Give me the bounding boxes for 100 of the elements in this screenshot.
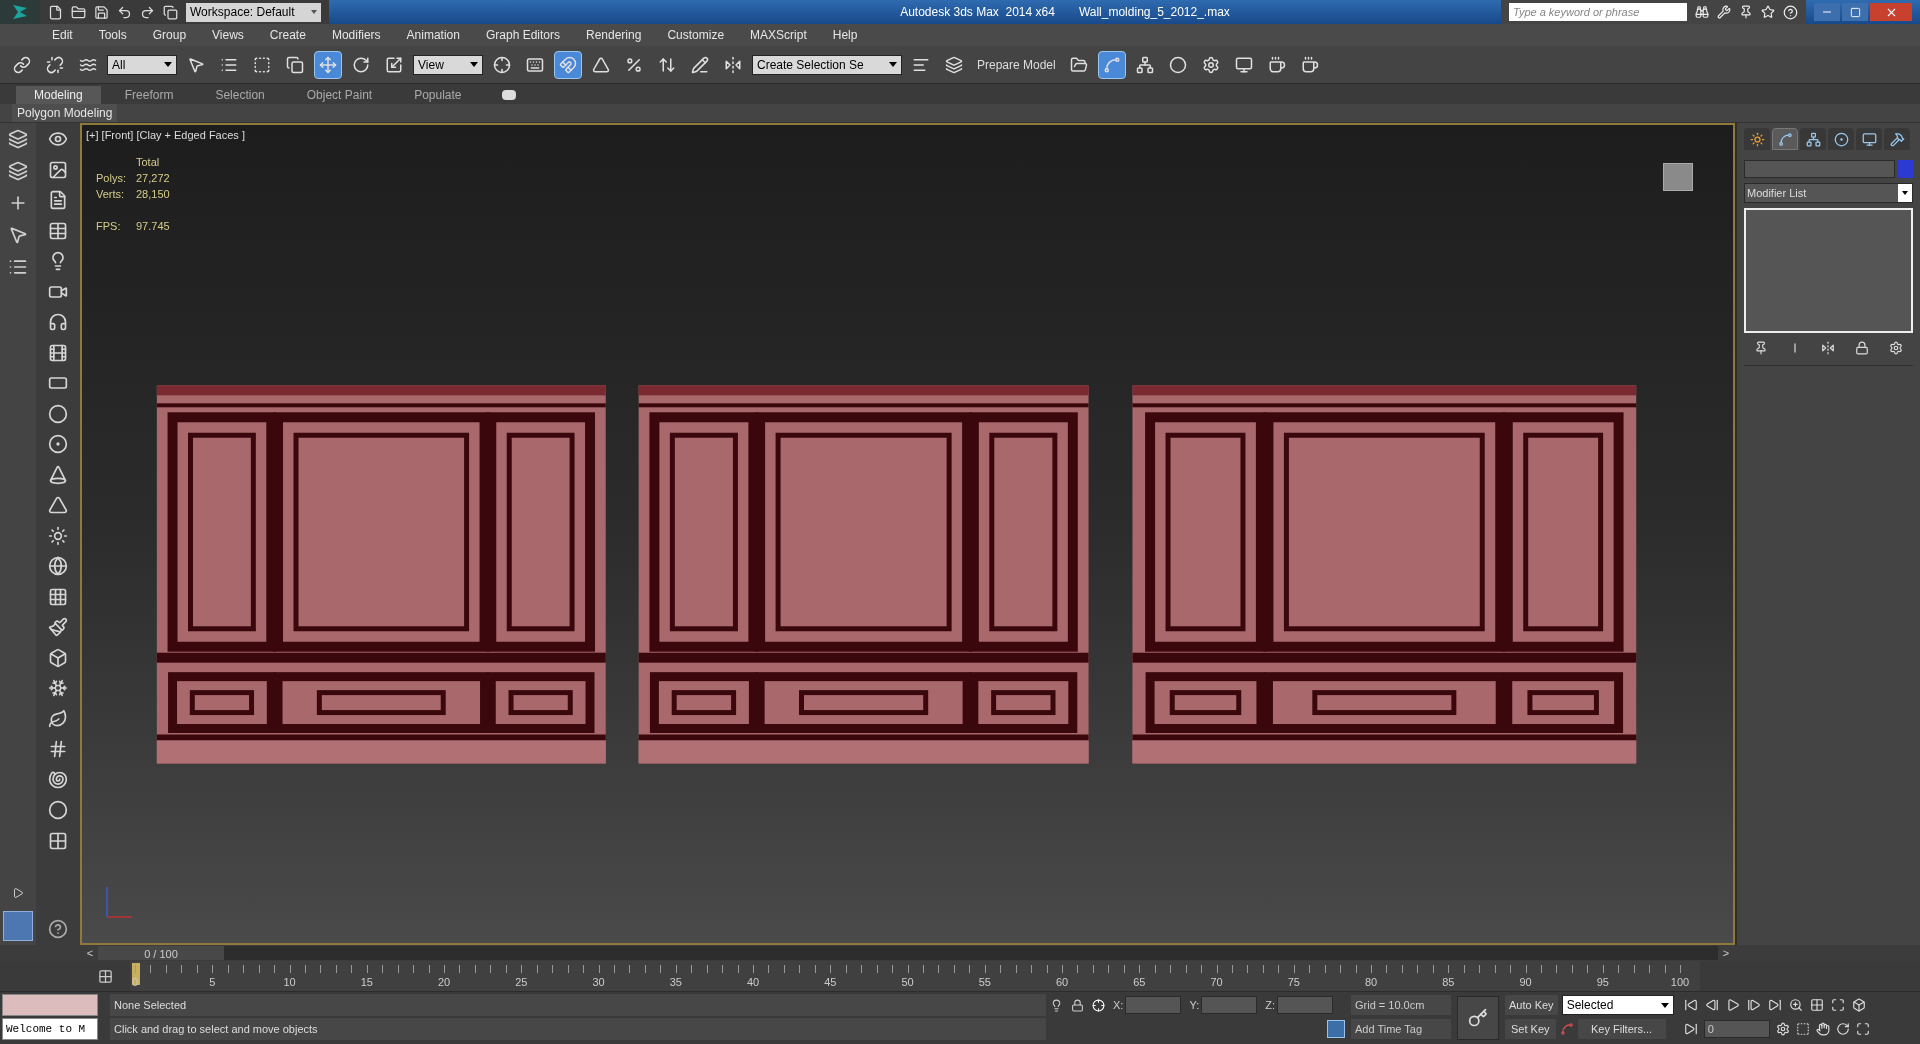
settings-icon[interactable] (1889, 341, 1904, 355)
ribbon-tab[interactable]: Populate (396, 86, 480, 104)
target-icon[interactable] (48, 434, 68, 454)
menu-item[interactable]: Customize (667, 26, 725, 44)
star-icon[interactable] (1761, 5, 1775, 19)
maximize-icon[interactable] (1830, 998, 1845, 1012)
menu-item[interactable]: Group (152, 26, 187, 44)
list-icon[interactable] (8, 257, 28, 277)
zoom-icon[interactable] (1788, 998, 1803, 1012)
shell-icon[interactable] (48, 769, 68, 790)
box-icon[interactable] (48, 647, 68, 668)
maximize-icon[interactable] (1855, 1022, 1870, 1036)
redo-icon[interactable] (140, 4, 155, 20)
skip-forward-icon[interactable] (1767, 998, 1782, 1012)
key-mode-icon[interactable] (1683, 1022, 1698, 1036)
set-key-text-button[interactable]: Set Key (1505, 1019, 1556, 1039)
minimize-button[interactable] (1814, 3, 1840, 21)
folder-icon[interactable] (71, 4, 86, 20)
modifier-list-dropdown[interactable]: Modifier List (1744, 183, 1913, 203)
grid-icon[interactable] (48, 830, 68, 851)
snowflake-icon[interactable] (48, 678, 68, 698)
menu-item[interactable]: MAXScript (750, 26, 807, 44)
menu-item[interactable]: Graph Editors (485, 26, 560, 44)
command-panel-tab[interactable] (1744, 128, 1770, 150)
layers-icon[interactable] (8, 129, 28, 149)
region-icon[interactable] (1795, 1022, 1810, 1036)
film-icon[interactable] (48, 342, 68, 363)
ribbon-options-icon[interactable] (501, 90, 516, 100)
next-frame-button[interactable]: > (1718, 944, 1734, 962)
lock-icon[interactable] (1071, 998, 1084, 1012)
crosshair-icon[interactable] (1092, 998, 1105, 1012)
toolbar-button[interactable] (314, 50, 342, 79)
menu-item[interactable]: Views (212, 26, 244, 44)
previous-frame-button[interactable]: < (82, 944, 98, 962)
table-icon[interactable] (48, 220, 68, 241)
set-key-button[interactable] (1457, 996, 1499, 1040)
maximize-button[interactable] (1842, 3, 1868, 21)
ribbon-tab[interactable]: Modeling (16, 86, 101, 104)
viewport-label[interactable]: [+] [Front] [Clay + Edged Faces ] (86, 127, 245, 144)
skip-back-icon[interactable] (1683, 998, 1698, 1012)
step-back-icon[interactable] (1704, 998, 1719, 1012)
workspace-dropdown[interactable]: Workspace: Default (186, 2, 321, 22)
brush-icon[interactable] (48, 617, 68, 637)
cone-icon[interactable] (48, 464, 68, 485)
orbit-icon[interactable] (1835, 1022, 1850, 1036)
play-icon[interactable] (1725, 998, 1740, 1012)
circle-icon[interactable] (48, 800, 68, 820)
frame-field[interactable]: 0 (1703, 1020, 1770, 1038)
search-field[interactable]: Type a keyword or phrase (1509, 3, 1687, 21)
menu-item[interactable]: Animation (406, 26, 460, 44)
current-frame-marker[interactable] (132, 963, 140, 985)
copy-icon[interactable] (163, 4, 178, 20)
pin-icon[interactable] (1739, 5, 1753, 19)
save-icon[interactable] (94, 4, 109, 20)
pan-icon[interactable] (1815, 1022, 1830, 1036)
object-name-field[interactable] (1744, 160, 1895, 178)
document-icon[interactable] (48, 190, 68, 210)
grid-icon[interactable] (1809, 998, 1824, 1012)
play-icon[interactable] (12, 887, 24, 899)
track-bar[interactable]: 0 5 10 15 20 25 30 35 40 45 50 55 60 65 70 75 80 85 90 95 100 (130, 961, 1700, 991)
command-panel-tab[interactable] (1884, 128, 1910, 150)
auto-key-button[interactable]: Auto Key (1505, 995, 1558, 1015)
binoculars-icon[interactable] (1695, 5, 1709, 19)
wrench-icon[interactable] (1717, 5, 1731, 19)
ribbon-tab[interactable]: Object Paint (288, 86, 391, 104)
hash-icon[interactable] (48, 739, 68, 759)
curve-icon[interactable] (1559, 1022, 1574, 1036)
lock-icon[interactable] (1855, 341, 1870, 355)
ribbon-tab[interactable]: Selection (197, 86, 283, 104)
command-panel-tab[interactable] (1772, 128, 1798, 150)
modifier-stack[interactable] (1744, 208, 1913, 333)
ribbon-panel-label[interactable]: Polygon Modeling (12, 104, 118, 122)
sun-icon[interactable] (48, 525, 68, 546)
circle-icon[interactable] (48, 403, 68, 424)
time-slider-thumb[interactable]: 0 / 100 (98, 946, 224, 960)
step-forward-icon[interactable] (1746, 998, 1761, 1012)
toolbar-button[interactable] (1097, 50, 1126, 79)
time-tag-button[interactable] (1327, 1020, 1345, 1038)
prepare-model-button[interactable]: Prepare Model (973, 51, 1060, 78)
bulb-icon[interactable] (1050, 998, 1063, 1012)
menu-item[interactable]: Help (832, 26, 858, 44)
menu-item[interactable]: Modifiers (331, 26, 381, 44)
coordinate-field[interactable] (1201, 996, 1258, 1014)
layers-icon[interactable] (8, 161, 28, 181)
help-icon[interactable] (48, 919, 68, 939)
grid-icon[interactable] (48, 586, 68, 607)
selection-dropdown[interactable]: Create Selection Se (752, 54, 902, 75)
key-mode-dropdown[interactable]: Selected (1561, 995, 1674, 1015)
menu-item[interactable]: Edit (52, 26, 73, 44)
command-panel-tab[interactable] (1800, 128, 1826, 150)
globe-icon[interactable] (48, 556, 68, 576)
triangle-icon[interactable] (48, 495, 68, 515)
eye-icon[interactable] (48, 129, 68, 149)
box-icon[interactable] (1851, 998, 1866, 1012)
selection-dropdown[interactable]: All (107, 54, 177, 75)
headphones-icon[interactable] (48, 312, 68, 332)
pin-icon[interactable] (1753, 341, 1768, 355)
pointer-icon[interactable] (8, 225, 28, 245)
viewport[interactable]: [+] [Front] [Clay + Edged Faces ] Total Polys: 27,272 Verts: 28,150 FPS: 97.745 (80, 123, 1735, 945)
command-panel-tab[interactable] (1828, 128, 1854, 150)
